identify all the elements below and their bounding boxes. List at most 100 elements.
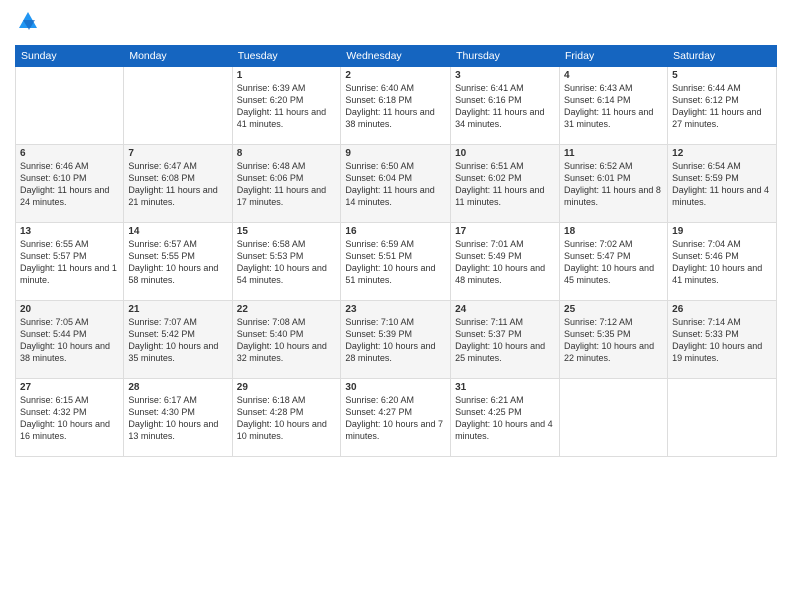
day-cell: 1Sunrise: 6:39 AMSunset: 6:20 PMDaylight… bbox=[232, 67, 341, 145]
day-number: 22 bbox=[237, 304, 337, 315]
logo-icon bbox=[17, 10, 39, 32]
day-info: Sunrise: 6:17 AMSunset: 4:30 PMDaylight:… bbox=[128, 395, 218, 441]
day-cell: 13 Sunrise: 6:55 AMSunset: 5:57 PMDayligh… bbox=[16, 223, 124, 301]
day-info: Sunrise: 6:51 AMSunset: 6:02 PMDaylight:… bbox=[455, 161, 544, 207]
day-number: 7 bbox=[128, 148, 227, 159]
day-cell: 14 Sunrise: 6:57 AMSunset: 5:55 PMDayligh… bbox=[124, 223, 232, 301]
day-cell: 15 Sunrise: 6:58 AMSunset: 5:53 PMDayligh… bbox=[232, 223, 341, 301]
week-row-2: 6 Sunrise: 6:46 AMSunset: 6:10 PMDaylight… bbox=[16, 145, 777, 223]
day-number: 29 bbox=[237, 382, 337, 393]
day-info: Sunrise: 6:46 AMSunset: 6:10 PMDaylight:… bbox=[20, 161, 109, 207]
day-cell: 11 Sunrise: 6:52 AMSunset: 6:01 PMDayligh… bbox=[560, 145, 668, 223]
day-info: Sunrise: 6:57 AMSunset: 5:55 PMDaylight:… bbox=[128, 239, 218, 285]
day-cell: 9Sunrise: 6:50 AMSunset: 6:04 PMDaylight… bbox=[341, 145, 451, 223]
day-number: 1 bbox=[237, 70, 337, 81]
calendar-table: SundayMondayTuesdayWednesdayThursdayFrid… bbox=[15, 45, 777, 457]
day-number: 13 bbox=[20, 226, 119, 237]
day-info: Sunrise: 6:41 AMSunset: 6:16 PMDaylight:… bbox=[455, 83, 544, 129]
day-info: Sunrise: 7:12 AMSunset: 5:35 PMDaylight:… bbox=[564, 317, 654, 363]
day-cell: 17 Sunrise: 7:01 AMSunset: 5:49 PMDayligh… bbox=[451, 223, 560, 301]
day-number: 27 bbox=[20, 382, 119, 393]
day-number: 18 bbox=[564, 226, 663, 237]
weekday-header-friday: Friday bbox=[560, 46, 668, 67]
day-cell: 30 Sunrise: 6:20 AMSunset: 4:27 PMDayligh… bbox=[341, 379, 451, 457]
day-cell: 20 Sunrise: 7:05 AMSunset: 5:44 PMDayligh… bbox=[16, 301, 124, 379]
day-info: Sunrise: 7:02 AMSunset: 5:47 PMDaylight:… bbox=[564, 239, 654, 285]
day-number: 28 bbox=[128, 382, 227, 393]
day-info: Sunrise: 7:04 AMSunset: 5:46 PMDaylight:… bbox=[672, 239, 762, 285]
week-row-3: 13 Sunrise: 6:55 AMSunset: 5:57 PMDayligh… bbox=[16, 223, 777, 301]
day-cell bbox=[560, 379, 668, 457]
day-info: Sunrise: 6:21 AMSunset: 4:25 PMDaylight:… bbox=[455, 395, 553, 441]
day-cell: 21 Sunrise: 7:07 AMSunset: 5:42 PMDayligh… bbox=[124, 301, 232, 379]
day-info: Sunrise: 6:58 AMSunset: 5:53 PMDaylight:… bbox=[237, 239, 327, 285]
page: SundayMondayTuesdayWednesdayThursdayFrid… bbox=[0, 0, 792, 612]
day-info: Sunrise: 7:01 AMSunset: 5:49 PMDaylight:… bbox=[455, 239, 545, 285]
day-cell: 26 Sunrise: 7:14 AMSunset: 5:33 PMDayligh… bbox=[668, 301, 777, 379]
day-info: Sunrise: 7:05 AMSunset: 5:44 PMDaylight:… bbox=[20, 317, 110, 363]
weekday-header-monday: Monday bbox=[124, 46, 232, 67]
day-cell: 3 Sunrise: 6:41 AMSunset: 6:16 PMDaylight… bbox=[451, 67, 560, 145]
day-cell: 31 Sunrise: 6:21 AMSunset: 4:25 PMDayligh… bbox=[451, 379, 560, 457]
day-number: 30 bbox=[345, 382, 446, 393]
header bbox=[15, 10, 777, 37]
day-number: 2 bbox=[345, 70, 446, 81]
weekday-header-row: SundayMondayTuesdayWednesdayThursdayFrid… bbox=[16, 46, 777, 67]
day-cell: 28 Sunrise: 6:17 AMSunset: 4:30 PMDayligh… bbox=[124, 379, 232, 457]
day-number: 12 bbox=[672, 148, 772, 159]
day-info: Sunrise: 6:44 AMSunset: 6:12 PMDaylight:… bbox=[672, 83, 761, 129]
day-cell: 25 Sunrise: 7:12 AMSunset: 5:35 PMDayligh… bbox=[560, 301, 668, 379]
day-info: Sunrise: 6:52 AMSunset: 6:01 PMDaylight:… bbox=[564, 161, 661, 207]
weekday-header-tuesday: Tuesday bbox=[232, 46, 341, 67]
day-cell: 18 Sunrise: 7:02 AMSunset: 5:47 PMDayligh… bbox=[560, 223, 668, 301]
day-number: 17 bbox=[455, 226, 555, 237]
day-number: 4 bbox=[564, 70, 663, 81]
day-cell: 10 Sunrise: 6:51 AMSunset: 6:02 PMDayligh… bbox=[451, 145, 560, 223]
week-row-5: 27Sunrise: 6:15 AMSunset: 4:32 PMDayligh… bbox=[16, 379, 777, 457]
day-number: 15 bbox=[237, 226, 337, 237]
day-cell: 4 Sunrise: 6:43 AMSunset: 6:14 PMDaylight… bbox=[560, 67, 668, 145]
day-cell: 16Sunrise: 6:59 AMSunset: 5:51 PMDayligh… bbox=[341, 223, 451, 301]
weekday-header-saturday: Saturday bbox=[668, 46, 777, 67]
weekday-header-thursday: Thursday bbox=[451, 46, 560, 67]
day-number: 6 bbox=[20, 148, 119, 159]
day-info: Sunrise: 6:47 AMSunset: 6:08 PMDaylight:… bbox=[128, 161, 217, 207]
day-cell: 22Sunrise: 7:08 AMSunset: 5:40 PMDayligh… bbox=[232, 301, 341, 379]
day-info: Sunrise: 6:20 AMSunset: 4:27 PMDaylight:… bbox=[345, 395, 443, 441]
day-number: 24 bbox=[455, 304, 555, 315]
logo bbox=[15, 10, 41, 37]
day-cell bbox=[668, 379, 777, 457]
week-row-1: 1Sunrise: 6:39 AMSunset: 6:20 PMDaylight… bbox=[16, 67, 777, 145]
day-number: 3 bbox=[455, 70, 555, 81]
day-cell: 24Sunrise: 7:11 AMSunset: 5:37 PMDayligh… bbox=[451, 301, 560, 379]
day-number: 31 bbox=[455, 382, 555, 393]
day-number: 14 bbox=[128, 226, 227, 237]
day-cell bbox=[124, 67, 232, 145]
day-cell: 12 Sunrise: 6:54 AMSunset: 5:59 PMDayligh… bbox=[668, 145, 777, 223]
day-info: Sunrise: 6:55 AMSunset: 5:57 PMDaylight:… bbox=[20, 239, 117, 285]
day-info: Sunrise: 6:54 AMSunset: 5:59 PMDaylight:… bbox=[672, 161, 769, 207]
day-number: 16 bbox=[345, 226, 446, 237]
day-number: 10 bbox=[455, 148, 555, 159]
day-number: 26 bbox=[672, 304, 772, 315]
day-number: 25 bbox=[564, 304, 663, 315]
day-cell: 19Sunrise: 7:04 AMSunset: 5:46 PMDayligh… bbox=[668, 223, 777, 301]
day-info: Sunrise: 7:14 AMSunset: 5:33 PMDaylight:… bbox=[672, 317, 762, 363]
day-cell: 6 Sunrise: 6:46 AMSunset: 6:10 PMDaylight… bbox=[16, 145, 124, 223]
weekday-header-sunday: Sunday bbox=[16, 46, 124, 67]
day-number: 20 bbox=[20, 304, 119, 315]
day-number: 8 bbox=[237, 148, 337, 159]
day-number: 23 bbox=[345, 304, 446, 315]
day-number: 5 bbox=[672, 70, 772, 81]
day-info: Sunrise: 6:40 AMSunset: 6:18 PMDaylight:… bbox=[345, 83, 434, 129]
day-cell: 23 Sunrise: 7:10 AMSunset: 5:39 PMDayligh… bbox=[341, 301, 451, 379]
day-cell: 5 Sunrise: 6:44 AMSunset: 6:12 PMDaylight… bbox=[668, 67, 777, 145]
day-info: Sunrise: 7:10 AMSunset: 5:39 PMDaylight:… bbox=[345, 317, 435, 363]
day-number: 11 bbox=[564, 148, 663, 159]
day-info: Sunrise: 6:43 AMSunset: 6:14 PMDaylight:… bbox=[564, 83, 653, 129]
day-info: Sunrise: 7:07 AMSunset: 5:42 PMDaylight:… bbox=[128, 317, 218, 363]
day-info: Sunrise: 6:18 AMSunset: 4:28 PMDaylight:… bbox=[237, 395, 327, 441]
day-number: 21 bbox=[128, 304, 227, 315]
day-cell: 29 Sunrise: 6:18 AMSunset: 4:28 PMDayligh… bbox=[232, 379, 341, 457]
day-info: Sunrise: 6:48 AMSunset: 6:06 PMDaylight:… bbox=[237, 161, 326, 207]
